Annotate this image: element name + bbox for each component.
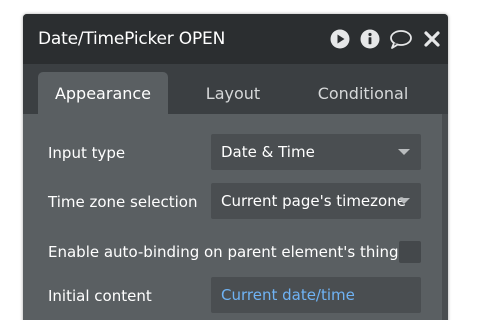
close-icon[interactable] — [421, 28, 443, 50]
tab-label: Layout — [205, 83, 261, 103]
info-icon[interactable] — [359, 28, 381, 50]
play-icon[interactable] — [329, 28, 351, 50]
tab-label: Conditional — [317, 83, 409, 103]
tab-appearance[interactable]: Appearance — [38, 72, 168, 114]
tab-label: Appearance — [54, 83, 152, 103]
time-zone-value: Current page's timezone — [221, 192, 406, 210]
tab-conditional[interactable]: Conditional — [303, 72, 423, 114]
chevron-down-icon — [398, 198, 410, 204]
panel-title: Date/TimePicker OPEN — [38, 29, 226, 49]
input-type-value: Date & Time — [221, 143, 315, 161]
initial-content-field[interactable]: Current date/time — [211, 277, 421, 313]
chevron-down-icon — [398, 149, 410, 155]
tab-layout[interactable]: Layout — [188, 72, 278, 114]
auto-binding-label: Enable auto-binding on parent element's … — [48, 243, 399, 261]
scrollbar[interactable] — [442, 114, 448, 320]
input-type-dropdown[interactable]: Date & Time — [211, 134, 421, 170]
input-type-label: Input type — [48, 144, 126, 162]
property-editor-panel: Date/TimePicker OPEN Appearance Layout C… — [23, 14, 448, 320]
appearance-content: Input type Date & Time Time zone selecti… — [23, 114, 448, 320]
tab-bar: Appearance Layout Conditional — [23, 64, 448, 114]
title-bar[interactable]: Date/TimePicker OPEN — [23, 14, 448, 64]
comment-icon[interactable] — [389, 28, 412, 50]
time-zone-dropdown[interactable]: Current page's timezone — [211, 183, 421, 219]
time-zone-label: Time zone selection — [48, 193, 198, 211]
initial-content-value: Current date/time — [221, 286, 355, 304]
initial-content-label: Initial content — [48, 287, 152, 305]
auto-binding-checkbox[interactable] — [399, 241, 421, 263]
